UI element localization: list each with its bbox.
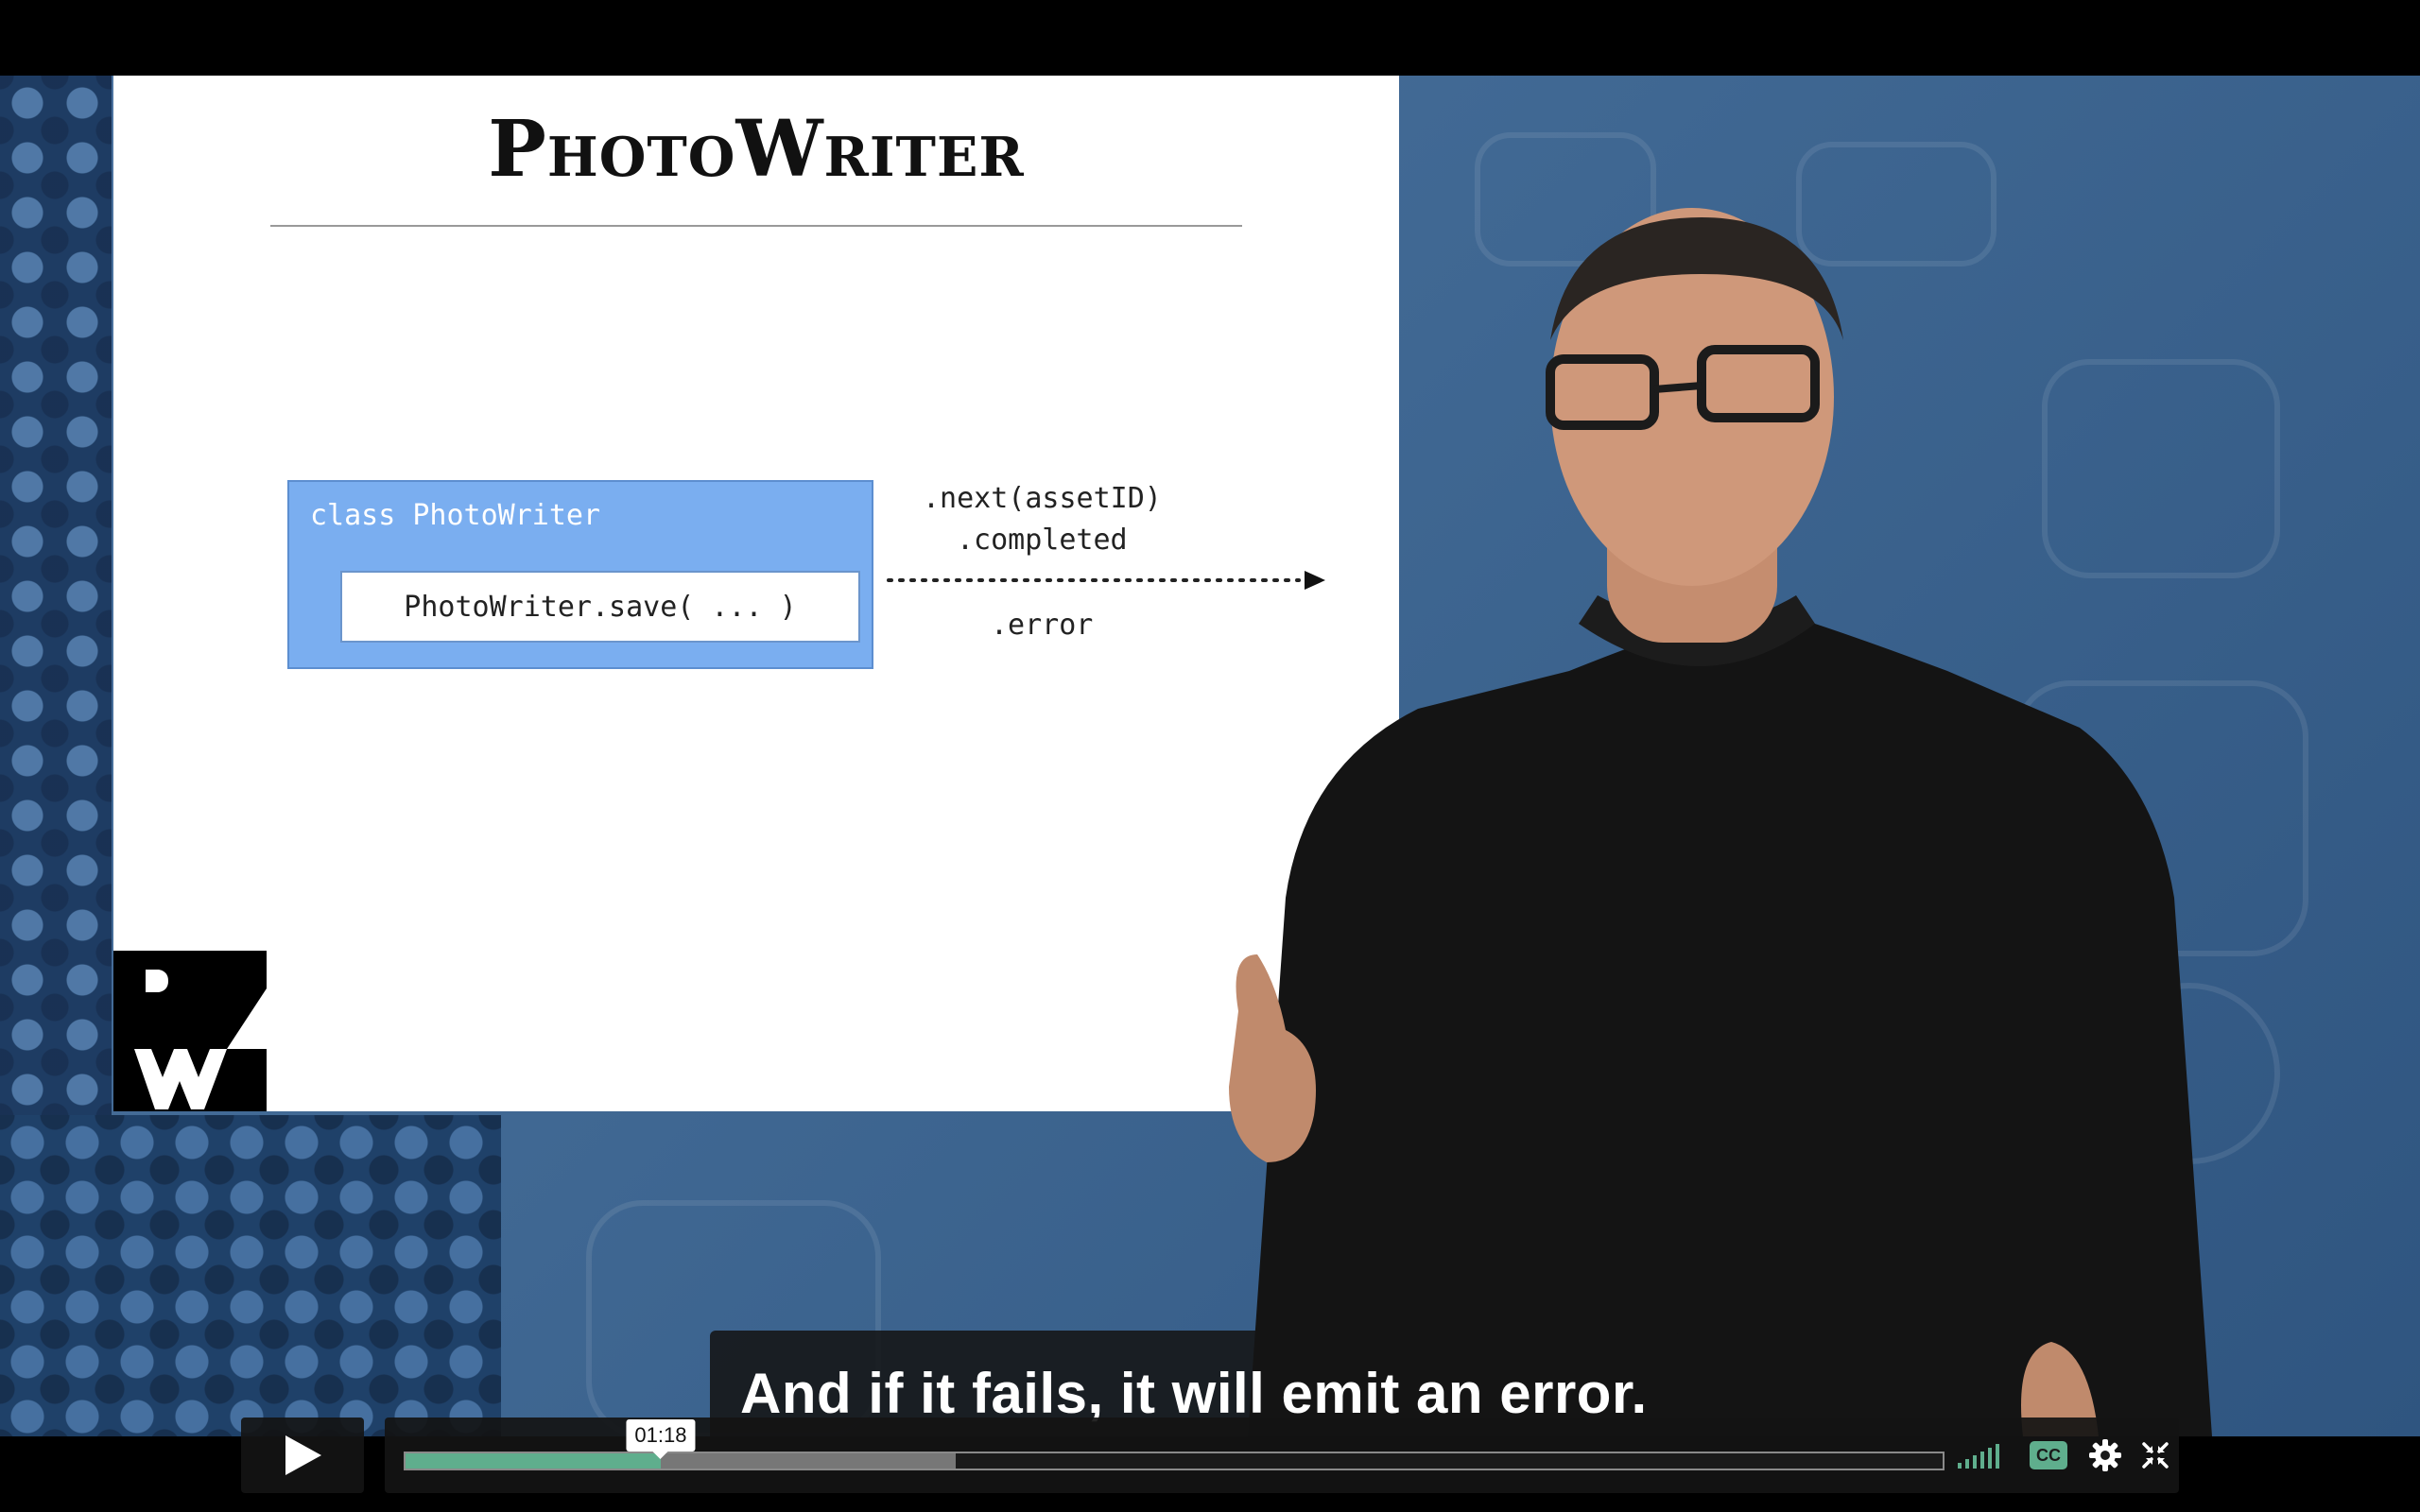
video-frame: PhotoWriter class PhotoWriter PhotoWrite… <box>0 76 2420 1436</box>
volume-bars-icon <box>1958 1444 1999 1469</box>
emit-error-label: .error <box>991 609 1094 642</box>
class-label: class PhotoWriter <box>310 499 601 532</box>
title-divider <box>270 225 1242 227</box>
method-box: PhotoWriter.save( ... ) <box>340 571 860 643</box>
volume-button[interactable] <box>1956 1436 2005 1474</box>
play-button[interactable] <box>241 1418 364 1493</box>
gear-icon <box>2089 1439 2121 1471</box>
background-tiles-bottom <box>0 1115 501 1436</box>
emit-next-label: .next(assetID) <box>923 482 1162 515</box>
played-progress <box>406 1453 661 1469</box>
captions-button[interactable]: CC <box>2028 1436 2069 1474</box>
method-label: PhotoWriter.save( ... ) <box>404 590 797 624</box>
progress-bar[interactable]: 01:18 <box>404 1419 1945 1470</box>
caption-text: And if it fails, it will emit an error. <box>740 1361 1648 1425</box>
video-player-controls: 01:18 CC <box>241 1418 2179 1493</box>
class-diagram-box: class PhotoWriter PhotoWriter.save( ... … <box>287 480 873 669</box>
rw-logo-icon <box>113 951 267 1111</box>
exit-fullscreen-icon <box>2142 1442 2169 1469</box>
play-icon <box>285 1435 321 1475</box>
presenter-video <box>1229 208 2212 1436</box>
control-bar: 01:18 CC <box>385 1418 2179 1493</box>
cc-icon: CC <box>2030 1441 2067 1469</box>
time-tooltip: 01:18 <box>626 1419 696 1459</box>
settings-button[interactable] <box>2086 1436 2124 1474</box>
emit-completed-label: .completed <box>957 524 1128 557</box>
fullscreen-button[interactable] <box>2139 1436 2171 1474</box>
